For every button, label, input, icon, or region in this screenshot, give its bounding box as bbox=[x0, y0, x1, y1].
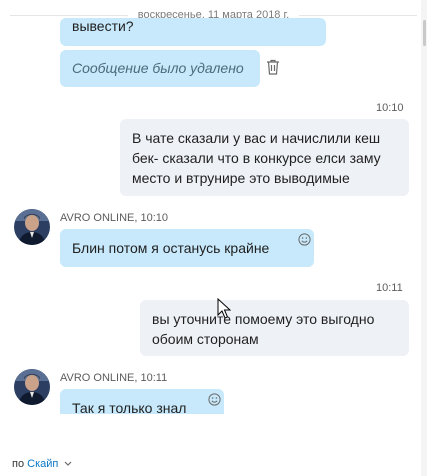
message-text: Так я только знал bbox=[72, 400, 187, 414]
message-time: 10:10 bbox=[376, 102, 404, 114]
mouse-cursor-icon bbox=[217, 298, 231, 319]
message-bubble-incoming[interactable]: вывести? bbox=[60, 18, 326, 46]
message-line: место и втрунире это выводимые bbox=[132, 170, 350, 186]
chevron-down-icon[interactable] bbox=[64, 461, 72, 467]
scrollbar[interactable] bbox=[421, 0, 427, 476]
message-bubble-incoming[interactable]: Так я только знал bbox=[60, 389, 224, 414]
deleted-message-text: Сообщение было удалено bbox=[72, 60, 244, 76]
message-bubble-incoming[interactable]: Блин потом я останусь крайне bbox=[60, 229, 314, 267]
sender-name: AVRO ONLINE, 10:11 bbox=[60, 372, 168, 384]
avatar[interactable] bbox=[14, 369, 50, 405]
message-time: 10:11 bbox=[376, 282, 403, 294]
message-line: В чате сказали у вас и начислили кеш bbox=[132, 130, 381, 146]
footer-prefix: по bbox=[12, 458, 25, 470]
sender-name: AVRO ONLINE, 10:10 bbox=[60, 212, 169, 224]
smiley-icon[interactable] bbox=[298, 233, 311, 246]
skype-link[interactable]: Скайп bbox=[27, 458, 58, 470]
message-line: вы уточните помоему это выгодно bbox=[152, 311, 375, 327]
message-bubble-outgoing[interactable]: вы уточните помоему это выгодно обоим ст… bbox=[140, 300, 409, 356]
deleted-message-bubble[interactable]: Сообщение было удалено bbox=[60, 50, 260, 87]
message-line: обоим сторонам bbox=[152, 331, 259, 347]
message-bubble-outgoing[interactable]: В чате сказали у вас и начислили кеш бек… bbox=[120, 119, 409, 196]
trash-icon[interactable] bbox=[266, 59, 280, 75]
message-text: Блин потом я останусь крайне bbox=[72, 240, 270, 256]
message-line: бек- сказали что в конкурсе елси заму bbox=[132, 150, 381, 166]
footer: по Скайп bbox=[12, 458, 72, 470]
smiley-icon[interactable] bbox=[208, 393, 221, 406]
avatar[interactable] bbox=[14, 209, 50, 245]
message-text: вывести? bbox=[72, 18, 134, 34]
